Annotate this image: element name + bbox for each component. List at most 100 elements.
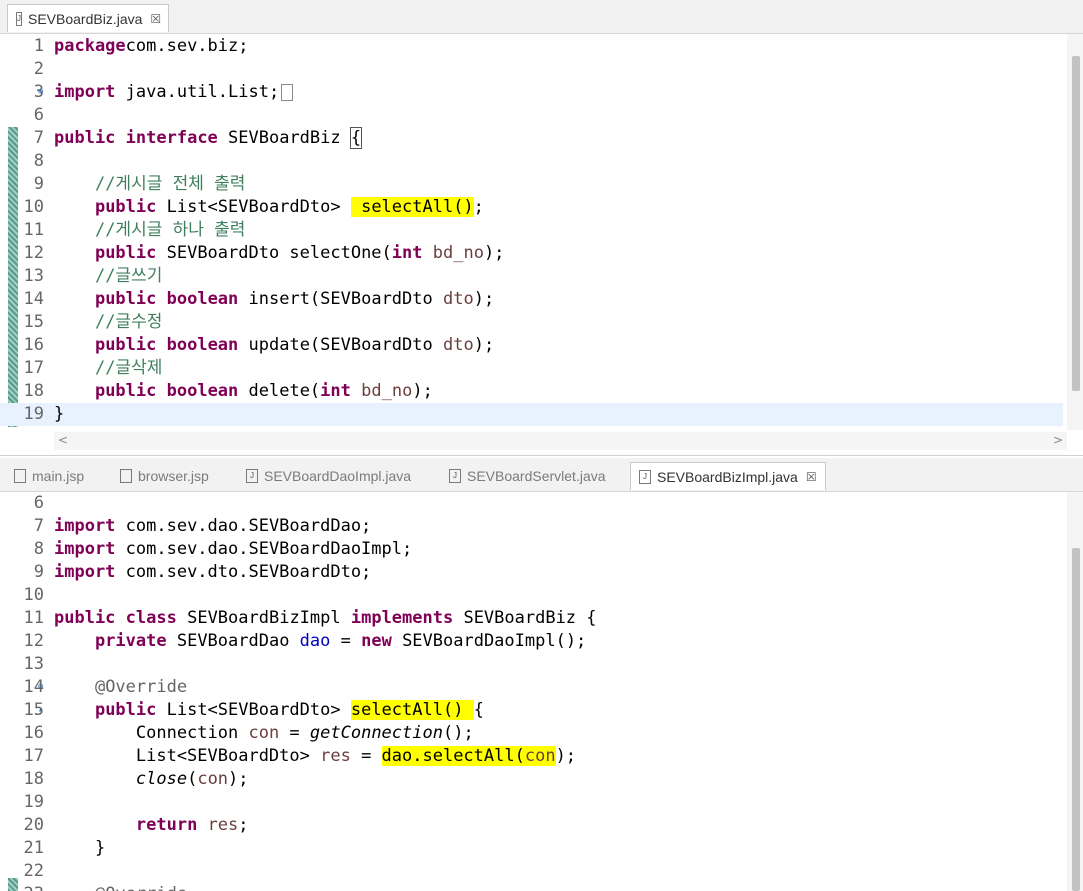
code-line[interactable]: 18 public boolean delete(int bd_no); (0, 380, 1063, 403)
code-line[interactable]: 16 public boolean update(SEVBoardDto dto… (0, 334, 1063, 357)
code-line[interactable]: 6 (0, 104, 1063, 127)
code-text: close(con); (54, 768, 249, 791)
code-token: SEVBoardDaoImpl(); (391, 631, 587, 651)
line-number: 6 (33, 493, 44, 513)
code-token: ); (473, 289, 495, 309)
code-token: = (330, 631, 362, 651)
code-line[interactable]: 10 public List<SEVBoardDto> selectAll(); (0, 196, 1063, 219)
code-token: insert(SEVBoardDto (238, 289, 443, 309)
code-text: public SEVBoardDto selectOne(int bd_no); (54, 242, 504, 265)
code-text: List<SEVBoardDto> res = dao.selectAll(co… (54, 745, 576, 768)
tab-label: main.jsp (32, 468, 85, 484)
vertical-scrollbar[interactable] (1067, 34, 1083, 430)
code-line[interactable]: 12 private SEVBoardDao dao = new SEVBoar… (0, 630, 1063, 653)
scroll-right-icon[interactable]: > (1053, 433, 1063, 447)
keyword-token: package (54, 36, 126, 56)
code-token: } (54, 404, 65, 424)
code-line[interactable]: 2 (0, 58, 1063, 81)
highlighted-token: dao.selectAll( (381, 746, 525, 766)
code-line[interactable]: 19 (0, 791, 1063, 814)
line-number: 7 (33, 516, 44, 536)
code-line[interactable]: 17 //글삭제 (0, 357, 1063, 380)
code-line[interactable]: 3 ⊕ import java.util.List; (0, 81, 1063, 104)
code-line[interactable]: 8 import com.sev.dao.SEVBoardDaoImpl; (0, 538, 1063, 561)
folded-code-icon[interactable] (281, 83, 294, 101)
code-line[interactable]: 12 public SEVBoardDto selectOne(int bd_n… (0, 242, 1063, 265)
close-tab-icon[interactable]: ☒ (150, 12, 161, 26)
vertical-scrollbar[interactable] (1067, 492, 1083, 891)
line-number: 8 (33, 539, 44, 559)
code-line[interactable]: 14 ⊖ @Override (0, 676, 1063, 699)
keyword-token: import (54, 562, 116, 582)
tab-main-jsp[interactable]: main.jsp (6, 462, 106, 490)
keyword-token: return (135, 815, 198, 835)
tab-sevboardbiz-java[interactable]: J SEVBoardBiz.java ☒ (7, 4, 169, 32)
keyword-token: import (54, 82, 116, 102)
code-line[interactable]: 22 (0, 860, 1063, 883)
code-token: com.sev.biz; (125, 36, 249, 56)
code-line[interactable]: 13 (0, 653, 1063, 676)
code-line[interactable]: 9 //게시글 전체 출력 (0, 173, 1063, 196)
code-line[interactable]: 20 return res; (0, 814, 1063, 837)
code-line[interactable]: 7 public interface SEVBoardBiz { (0, 127, 1063, 150)
code-line[interactable]: 13 //글쓰기 (0, 265, 1063, 288)
code-line[interactable]: 19} (0, 403, 1063, 426)
line-number: 19 (23, 792, 44, 812)
code-line[interactable]: 11 //게시글 하나 출력 (0, 219, 1063, 242)
scroll-thumb[interactable] (1072, 56, 1080, 391)
code-text: packagecom.sev.biz; (54, 35, 248, 58)
scroll-thumb[interactable] (1072, 548, 1080, 891)
scroll-left-icon[interactable]: < (58, 433, 68, 447)
comment-token: //게시글 전체 출력 (94, 174, 246, 194)
code-line[interactable]: 18 close(con); (0, 768, 1063, 791)
tab-sevboarddaoimpl-java[interactable]: J SEVBoardDaoImpl.java (238, 462, 433, 490)
line-number: 12 (23, 243, 44, 263)
code-area[interactable]: 1 packagecom.sev.biz; 2 3 ⊕ import java.util.… (0, 35, 1063, 430)
tab-sevboardservlet-java[interactable]: J SEVBoardServlet.java (441, 462, 626, 490)
expand-fold-icon[interactable]: ⊕ (38, 81, 43, 104)
code-token: (); (442, 723, 474, 743)
code-line[interactable]: 15 //글수정 (0, 311, 1063, 334)
code-line[interactable]: 7 import com.sev.dao.SEVBoardDao; (0, 515, 1063, 538)
code-text: import java.util.List; (54, 81, 294, 104)
code-line[interactable]: 16 Connection con = getConnection(); (0, 722, 1063, 745)
code-line[interactable]: 14 public boolean insert(SEVBoardDto dto… (0, 288, 1063, 311)
keyword-token: interface (125, 128, 218, 148)
jsp-file-icon (120, 469, 132, 483)
tab-label: SEVBoardDaoImpl.java (264, 468, 412, 484)
code-token: dto (442, 335, 474, 355)
code-line[interactable]: 9 import com.sev.dto.SEVBoardDto; (0, 561, 1063, 584)
code-text: public List<SEVBoardDto> selectAll() { (54, 699, 484, 722)
code-line[interactable]: 11 public class SEVBoardBizImpl implement… (0, 607, 1063, 630)
code-token: ); (473, 335, 495, 355)
code-line[interactable]: 10 (0, 584, 1063, 607)
code-token: ); (228, 769, 249, 789)
code-line[interactable]: 23 @Override (0, 883, 1063, 891)
code-token: ; (473, 197, 484, 217)
horizontal-scrollbar[interactable]: < > (54, 432, 1067, 450)
tab-browser-jsp[interactable]: browser.jsp (112, 462, 232, 490)
tab-sevboardbizimpl-java[interactable]: J SEVBoardBizImpl.java ☒ (630, 462, 826, 490)
code-line[interactable]: 17 List<SEVBoardDto> res = dao.selectAll… (0, 745, 1063, 768)
keyword-token: public (94, 381, 157, 401)
code-line[interactable]: 8 (0, 150, 1063, 173)
tab-label: browser.jsp (138, 468, 209, 484)
code-line[interactable]: 6 (0, 492, 1063, 515)
keyword-token: class (125, 608, 177, 628)
code-line[interactable]: 15 ▴ public List<SEVBoardDto> selectAll()… (0, 699, 1063, 722)
close-tab-icon[interactable]: ☒ (806, 470, 817, 484)
code-text: public List<SEVBoardDto> selectAll(); (54, 196, 484, 219)
line-number: 18 (23, 769, 44, 789)
code-area[interactable]: 6 7 import com.sev.dao.SEVBoardDao; 8 import… (0, 492, 1063, 891)
collapse-fold-icon[interactable]: ⊖ (38, 676, 43, 699)
code-token: = (350, 746, 382, 766)
code-text: import com.sev.dto.SEVBoardDto; (54, 561, 371, 584)
code-line[interactable]: 21 } (0, 837, 1063, 860)
override-marker-icon[interactable]: ▴ (38, 699, 43, 722)
line-number: 15 (23, 312, 44, 332)
code-line[interactable]: 1 packagecom.sev.biz; (0, 35, 1063, 58)
